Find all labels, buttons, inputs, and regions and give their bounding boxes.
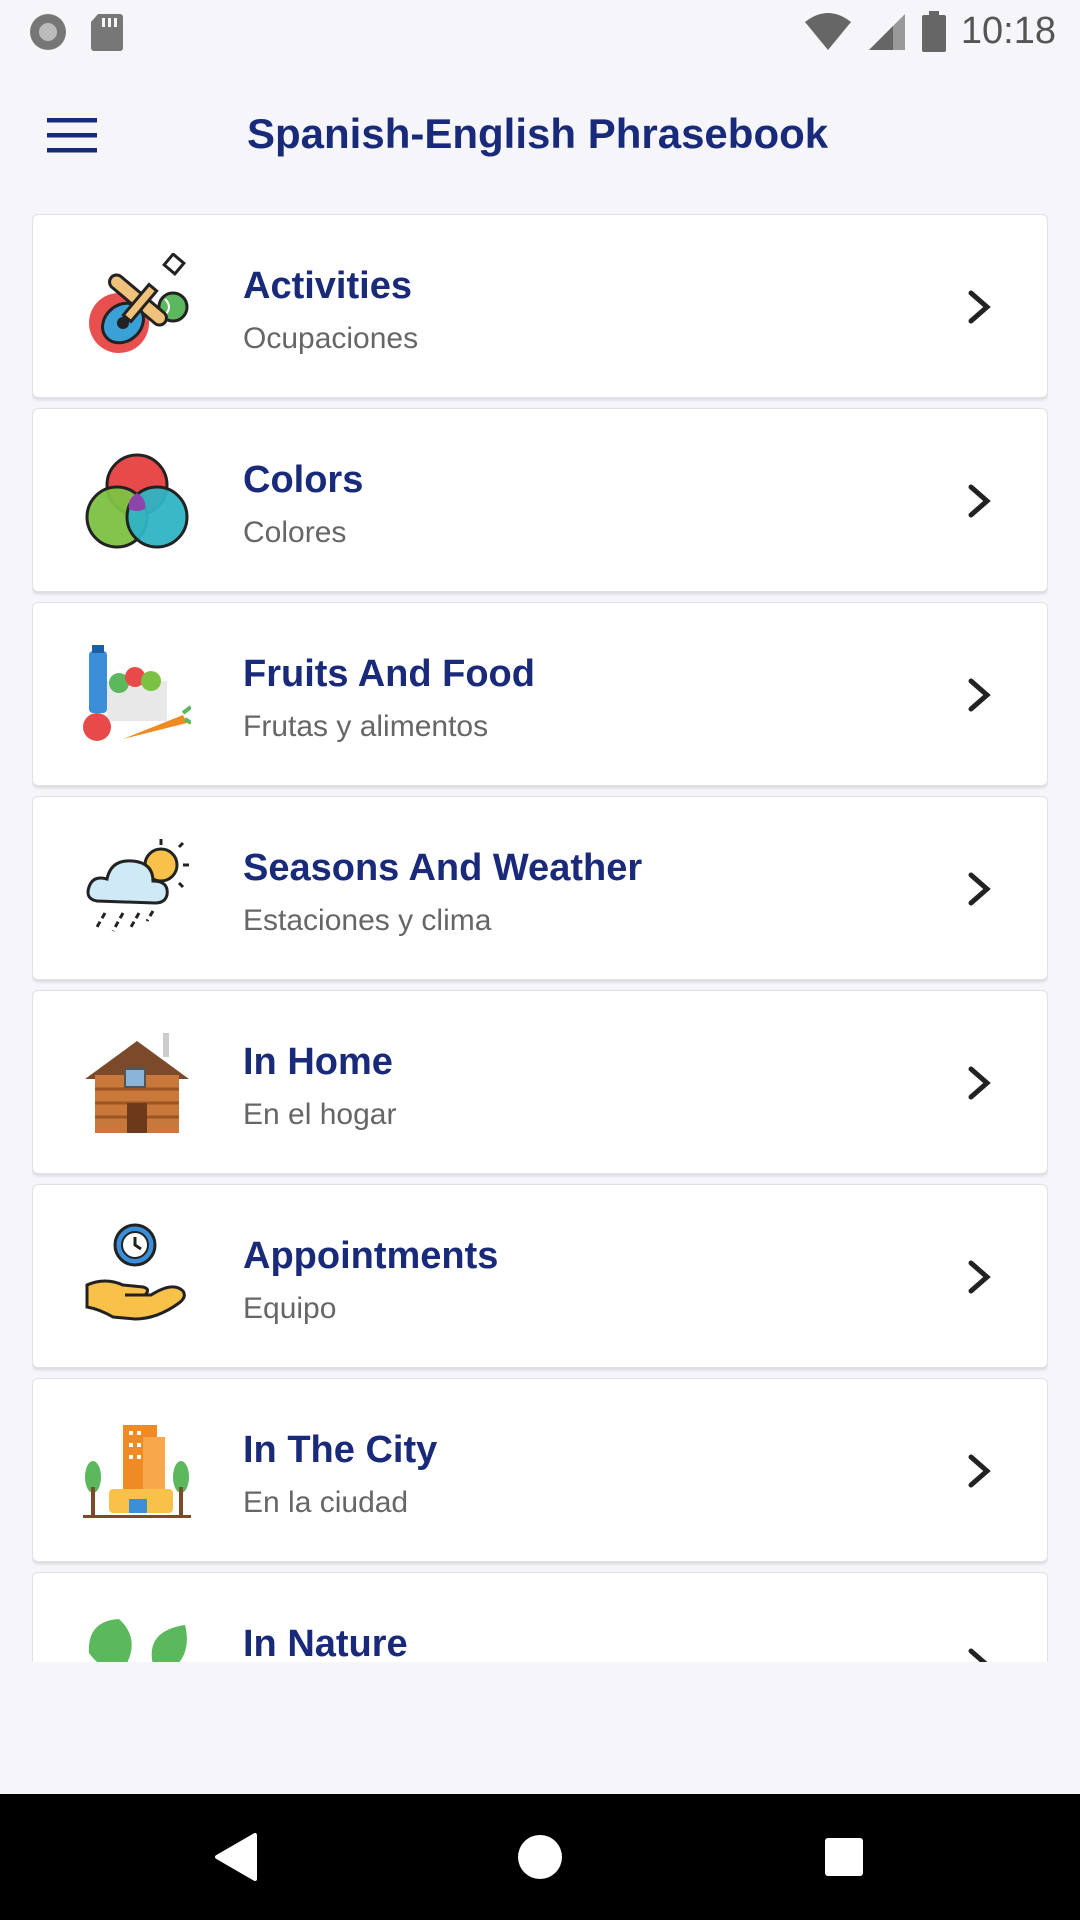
home-icon [85, 1033, 189, 1133]
category-subtitle: Equipo [243, 1292, 337, 1325]
category-title: Seasons And Weather [243, 847, 643, 889]
category-title: Fruits And Food [243, 653, 535, 695]
app-bar: Spanish-English Phrasebook [0, 64, 1080, 210]
battery-icon [921, 10, 946, 52]
weather-icon [86, 839, 189, 932]
category-card-appointments[interactable]: Appointments Equipo [32, 1184, 1048, 1368]
category-card-in-nature[interactable]: In Nature [32, 1572, 1048, 1662]
page-title: Spanish-English Phrasebook [247, 110, 829, 157]
category-card-activities[interactable]: Activities Ocupaciones [32, 214, 1048, 398]
wifi-icon [804, 12, 851, 50]
category-title: Colors [243, 459, 364, 501]
category-card-colors[interactable]: Colors Colores [32, 408, 1048, 592]
category-subtitle: En el hogar [243, 1098, 397, 1131]
clock: 10:18 [960, 10, 1056, 52]
category-subtitle: En la ciudad [243, 1486, 409, 1519]
category-title: In Nature [243, 1623, 408, 1662]
home-circle-icon[interactable] [510, 1827, 570, 1887]
chevron-right-icon [968, 290, 991, 324]
chevron-right-icon [968, 484, 991, 518]
category-card-in-home[interactable]: In Home En el hogar [32, 990, 1048, 1174]
chevron-right-icon [968, 1648, 988, 1662]
chevron-right-icon [968, 1454, 991, 1488]
category-list[interactable]: Activities Ocupaciones Colors Colores Fr… [32, 214, 1048, 1662]
category-subtitle: Colores [243, 516, 347, 549]
chevron-right-icon [968, 678, 991, 712]
category-subtitle: Estaciones y clima [243, 904, 492, 937]
back-icon[interactable] [207, 1827, 267, 1887]
category-card-seasons-and-weather[interactable]: Seasons And Weather Estaciones y clima [32, 796, 1048, 980]
hamburger-menu-icon [47, 118, 97, 153]
record-icon [30, 14, 66, 50]
status-bar: 10:18 [0, 0, 1080, 64]
recents-icon[interactable] [814, 1827, 874, 1887]
category-card-in-the-city[interactable]: In The City En la ciudad [32, 1378, 1048, 1562]
city-icon [83, 1425, 191, 1518]
fruits-food-icon [83, 645, 191, 741]
activities-icon [89, 253, 189, 353]
chevron-right-icon [968, 872, 991, 906]
appointments-icon [85, 1223, 186, 1321]
navigation-bar [0, 1794, 1080, 1920]
hamburger-menu-button[interactable] [32, 104, 112, 168]
category-subtitle: Frutas y alimentos [243, 710, 489, 743]
nature-icon [88, 1619, 187, 1662]
sd-card-icon [91, 14, 123, 51]
colors-icon [85, 453, 189, 549]
chevron-right-icon [968, 1260, 991, 1294]
category-title: Appointments [243, 1235, 499, 1277]
category-card-fruits-and-food[interactable]: Fruits And Food Frutas y alimentos [32, 602, 1048, 786]
category-title: Activities [243, 265, 412, 307]
chevron-right-icon [968, 1066, 991, 1100]
category-title: In The City [243, 1429, 438, 1471]
signal-icon [868, 13, 905, 50]
category-subtitle: Ocupaciones [243, 322, 419, 355]
category-title: In Home [243, 1041, 393, 1083]
